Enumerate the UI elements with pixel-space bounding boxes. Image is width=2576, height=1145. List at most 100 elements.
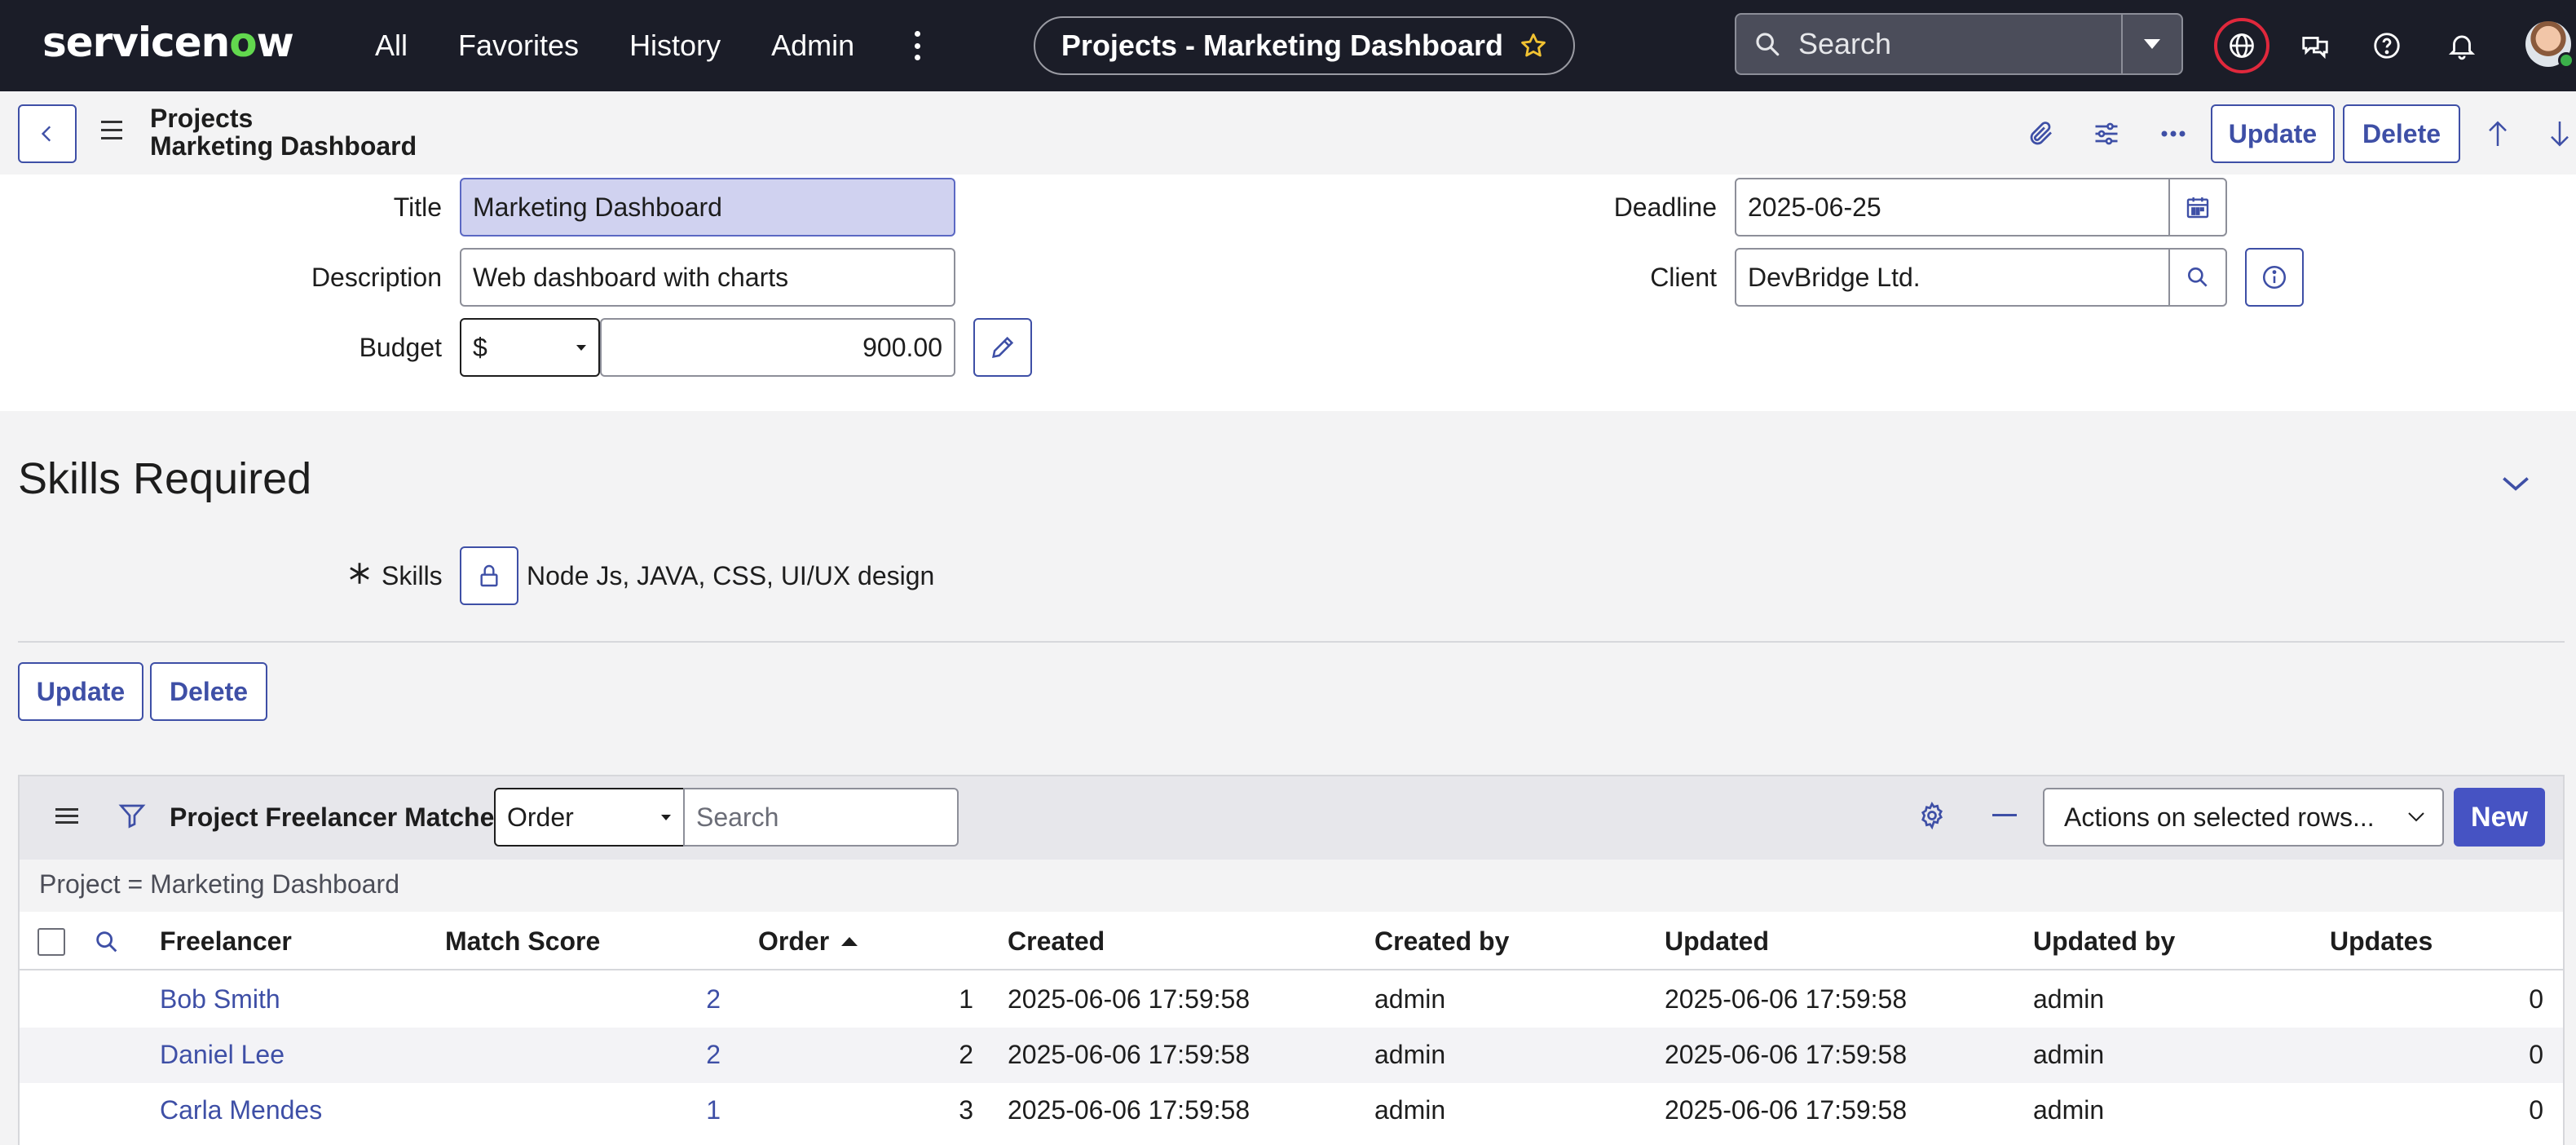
table-row[interactable]: Carla Mendes 1 3 2025-06-06 17:59:58 adm… — [20, 1083, 2563, 1138]
updated-by-value: admin — [2033, 1095, 2105, 1125]
global-search[interactable]: Search — [1735, 13, 2183, 75]
order-value: 1 — [959, 984, 973, 1014]
order-value: 2 — [959, 1040, 973, 1069]
column-header-order-label: Order — [758, 926, 830, 956]
chevron-down-icon — [576, 345, 586, 351]
freelancer-link[interactable]: Daniel Lee — [160, 1040, 285, 1070]
logo-text-suffix: w — [256, 19, 294, 66]
top-navigation: servicen o w All Favorites History Admin P… — [0, 0, 2576, 91]
column-header-updated-by[interactable]: Updated by — [2033, 912, 2175, 970]
column-header-updates[interactable]: Updates — [2330, 912, 2433, 970]
column-header-match-score[interactable]: Match Score — [445, 912, 600, 970]
calendar-icon[interactable] — [2168, 178, 2227, 237]
star-icon[interactable] — [1520, 32, 1547, 60]
minus-icon[interactable] — [1992, 814, 2017, 817]
match-score-link[interactable]: 1 — [672, 1095, 721, 1125]
updates-value: 0 — [2529, 1040, 2543, 1069]
client-field[interactable]: DevBridge Ltd. — [1735, 248, 2170, 307]
updated-by-value: admin — [2033, 1040, 2105, 1069]
column-header-order[interactable]: Order — [758, 912, 858, 970]
column-search-icon[interactable] — [93, 928, 121, 956]
column-header-created[interactable]: Created — [1008, 912, 1105, 970]
header-update-button[interactable]: Update — [2211, 104, 2335, 163]
chat-icon[interactable] — [2287, 18, 2343, 73]
global-search-input[interactable]: Search — [1798, 27, 2121, 61]
created-value: 2025-06-06 17:59:58 — [1008, 984, 1251, 1014]
breadcrumb: Projects Marketing Dashboard — [150, 104, 417, 160]
updated-by-value: admin — [2033, 984, 2105, 1014]
list-search-input[interactable]: Search — [683, 788, 959, 847]
search-scope-dropdown[interactable] — [2121, 15, 2181, 73]
search-field-value: Order — [507, 802, 574, 832]
arrow-up-icon[interactable] — [2480, 116, 2516, 152]
column-header-updated[interactable]: Updated — [1665, 912, 1769, 970]
currency-select[interactable]: $ — [460, 318, 600, 377]
paperclip-icon[interactable] — [2023, 116, 2059, 152]
nav-link-favorites[interactable]: Favorites — [458, 29, 579, 63]
filter-icon[interactable] — [117, 801, 147, 830]
updated-value: 2025-06-06 17:59:58 — [1665, 1095, 1908, 1125]
description-field[interactable]: Web dashboard with charts — [460, 248, 955, 307]
section-divider — [18, 641, 2565, 643]
budget-label: Budget — [359, 333, 442, 362]
arrow-down-icon[interactable] — [2543, 116, 2576, 152]
pencil-icon[interactable] — [973, 318, 1032, 377]
more-icon[interactable] — [2155, 116, 2191, 152]
select-all-checkbox[interactable] — [37, 928, 65, 956]
deadline-label: Deadline — [1613, 192, 1717, 222]
gear-icon[interactable] — [1917, 801, 1947, 830]
description-label: Description — [311, 263, 442, 292]
match-score-link[interactable]: 2 — [672, 1040, 721, 1070]
currency-value: $ — [473, 332, 487, 362]
form-header: Projects Marketing Dashboard Update Dele… — [0, 91, 2576, 175]
bell-icon[interactable] — [2434, 18, 2490, 73]
info-icon[interactable] — [2245, 248, 2304, 307]
freelancer-link[interactable]: Bob Smith — [160, 984, 280, 1015]
nav-link-all[interactable]: All — [375, 29, 408, 63]
header-delete-button[interactable]: Delete — [2343, 104, 2460, 163]
online-status-dot — [2558, 52, 2574, 69]
updates-value: 0 — [2529, 984, 2543, 1014]
help-icon[interactable] — [2359, 18, 2415, 73]
header-divider — [18, 969, 2565, 970]
sliders-icon[interactable] — [2089, 116, 2124, 152]
nav-link-history[interactable]: History — [629, 29, 721, 63]
freelancer-link[interactable]: Carla Mendes — [160, 1095, 322, 1125]
title-field[interactable]: Marketing Dashboard — [460, 178, 955, 237]
context-title-pill[interactable]: Projects - Marketing Dashboard — [1034, 16, 1575, 75]
update-button[interactable]: Update — [18, 662, 143, 721]
globe-icon[interactable] — [2214, 18, 2269, 73]
list-filter-breadcrumb[interactable]: Project = Marketing Dashboard — [18, 860, 2565, 912]
lock-icon[interactable] — [460, 546, 518, 605]
skills-value: Node Js, JAVA, CSS, UI/UX design — [527, 561, 935, 590]
created-value: 2025-06-06 17:59:58 — [1008, 1095, 1251, 1125]
servicenow-logo[interactable]: servicen o w — [42, 16, 294, 69]
mandatory-asterisk-icon — [346, 559, 373, 587]
actions-select[interactable]: Actions on selected rows... — [2043, 788, 2444, 847]
breadcrumb-table: Projects — [150, 104, 254, 133]
match-score-link[interactable]: 2 — [672, 984, 721, 1015]
search-field-select[interactable]: Order — [494, 788, 685, 847]
actions-select-value: Actions on selected rows... — [2064, 802, 2375, 832]
search-icon — [1736, 15, 1798, 73]
back-button[interactable] — [18, 104, 77, 163]
new-button[interactable]: New — [2454, 788, 2545, 847]
form-context-menu-icon[interactable] — [101, 121, 126, 144]
collapse-chevron-icon[interactable] — [2498, 465, 2534, 501]
sort-ascending-icon — [841, 937, 858, 946]
delete-button[interactable]: Delete — [150, 662, 267, 721]
budget-amount-field[interactable]: 900.00 — [600, 318, 955, 377]
created-by-value: admin — [1374, 1095, 1446, 1125]
list-context-menu-icon[interactable] — [55, 806, 80, 829]
deadline-field[interactable]: 2025-06-25 — [1735, 178, 2170, 237]
related-list-title: Project Freelancer Matches — [170, 802, 509, 832]
client-lookup-search-icon[interactable] — [2168, 248, 2227, 307]
table-row[interactable]: Bob Smith 2 1 2025-06-06 17:59:58 admin … — [20, 972, 2563, 1028]
column-header-freelancer[interactable]: Freelancer — [160, 912, 292, 970]
column-header-created-by[interactable]: Created by — [1374, 912, 1509, 970]
user-avatar[interactable] — [2525, 21, 2574, 69]
nav-link-admin[interactable]: Admin — [771, 29, 854, 63]
more-menu-icon[interactable] — [905, 31, 929, 60]
context-title: Projects - Marketing Dashboard — [1061, 29, 1504, 62]
table-row[interactable]: Daniel Lee 2 2 2025-06-06 17:59:58 admin… — [20, 1028, 2563, 1083]
